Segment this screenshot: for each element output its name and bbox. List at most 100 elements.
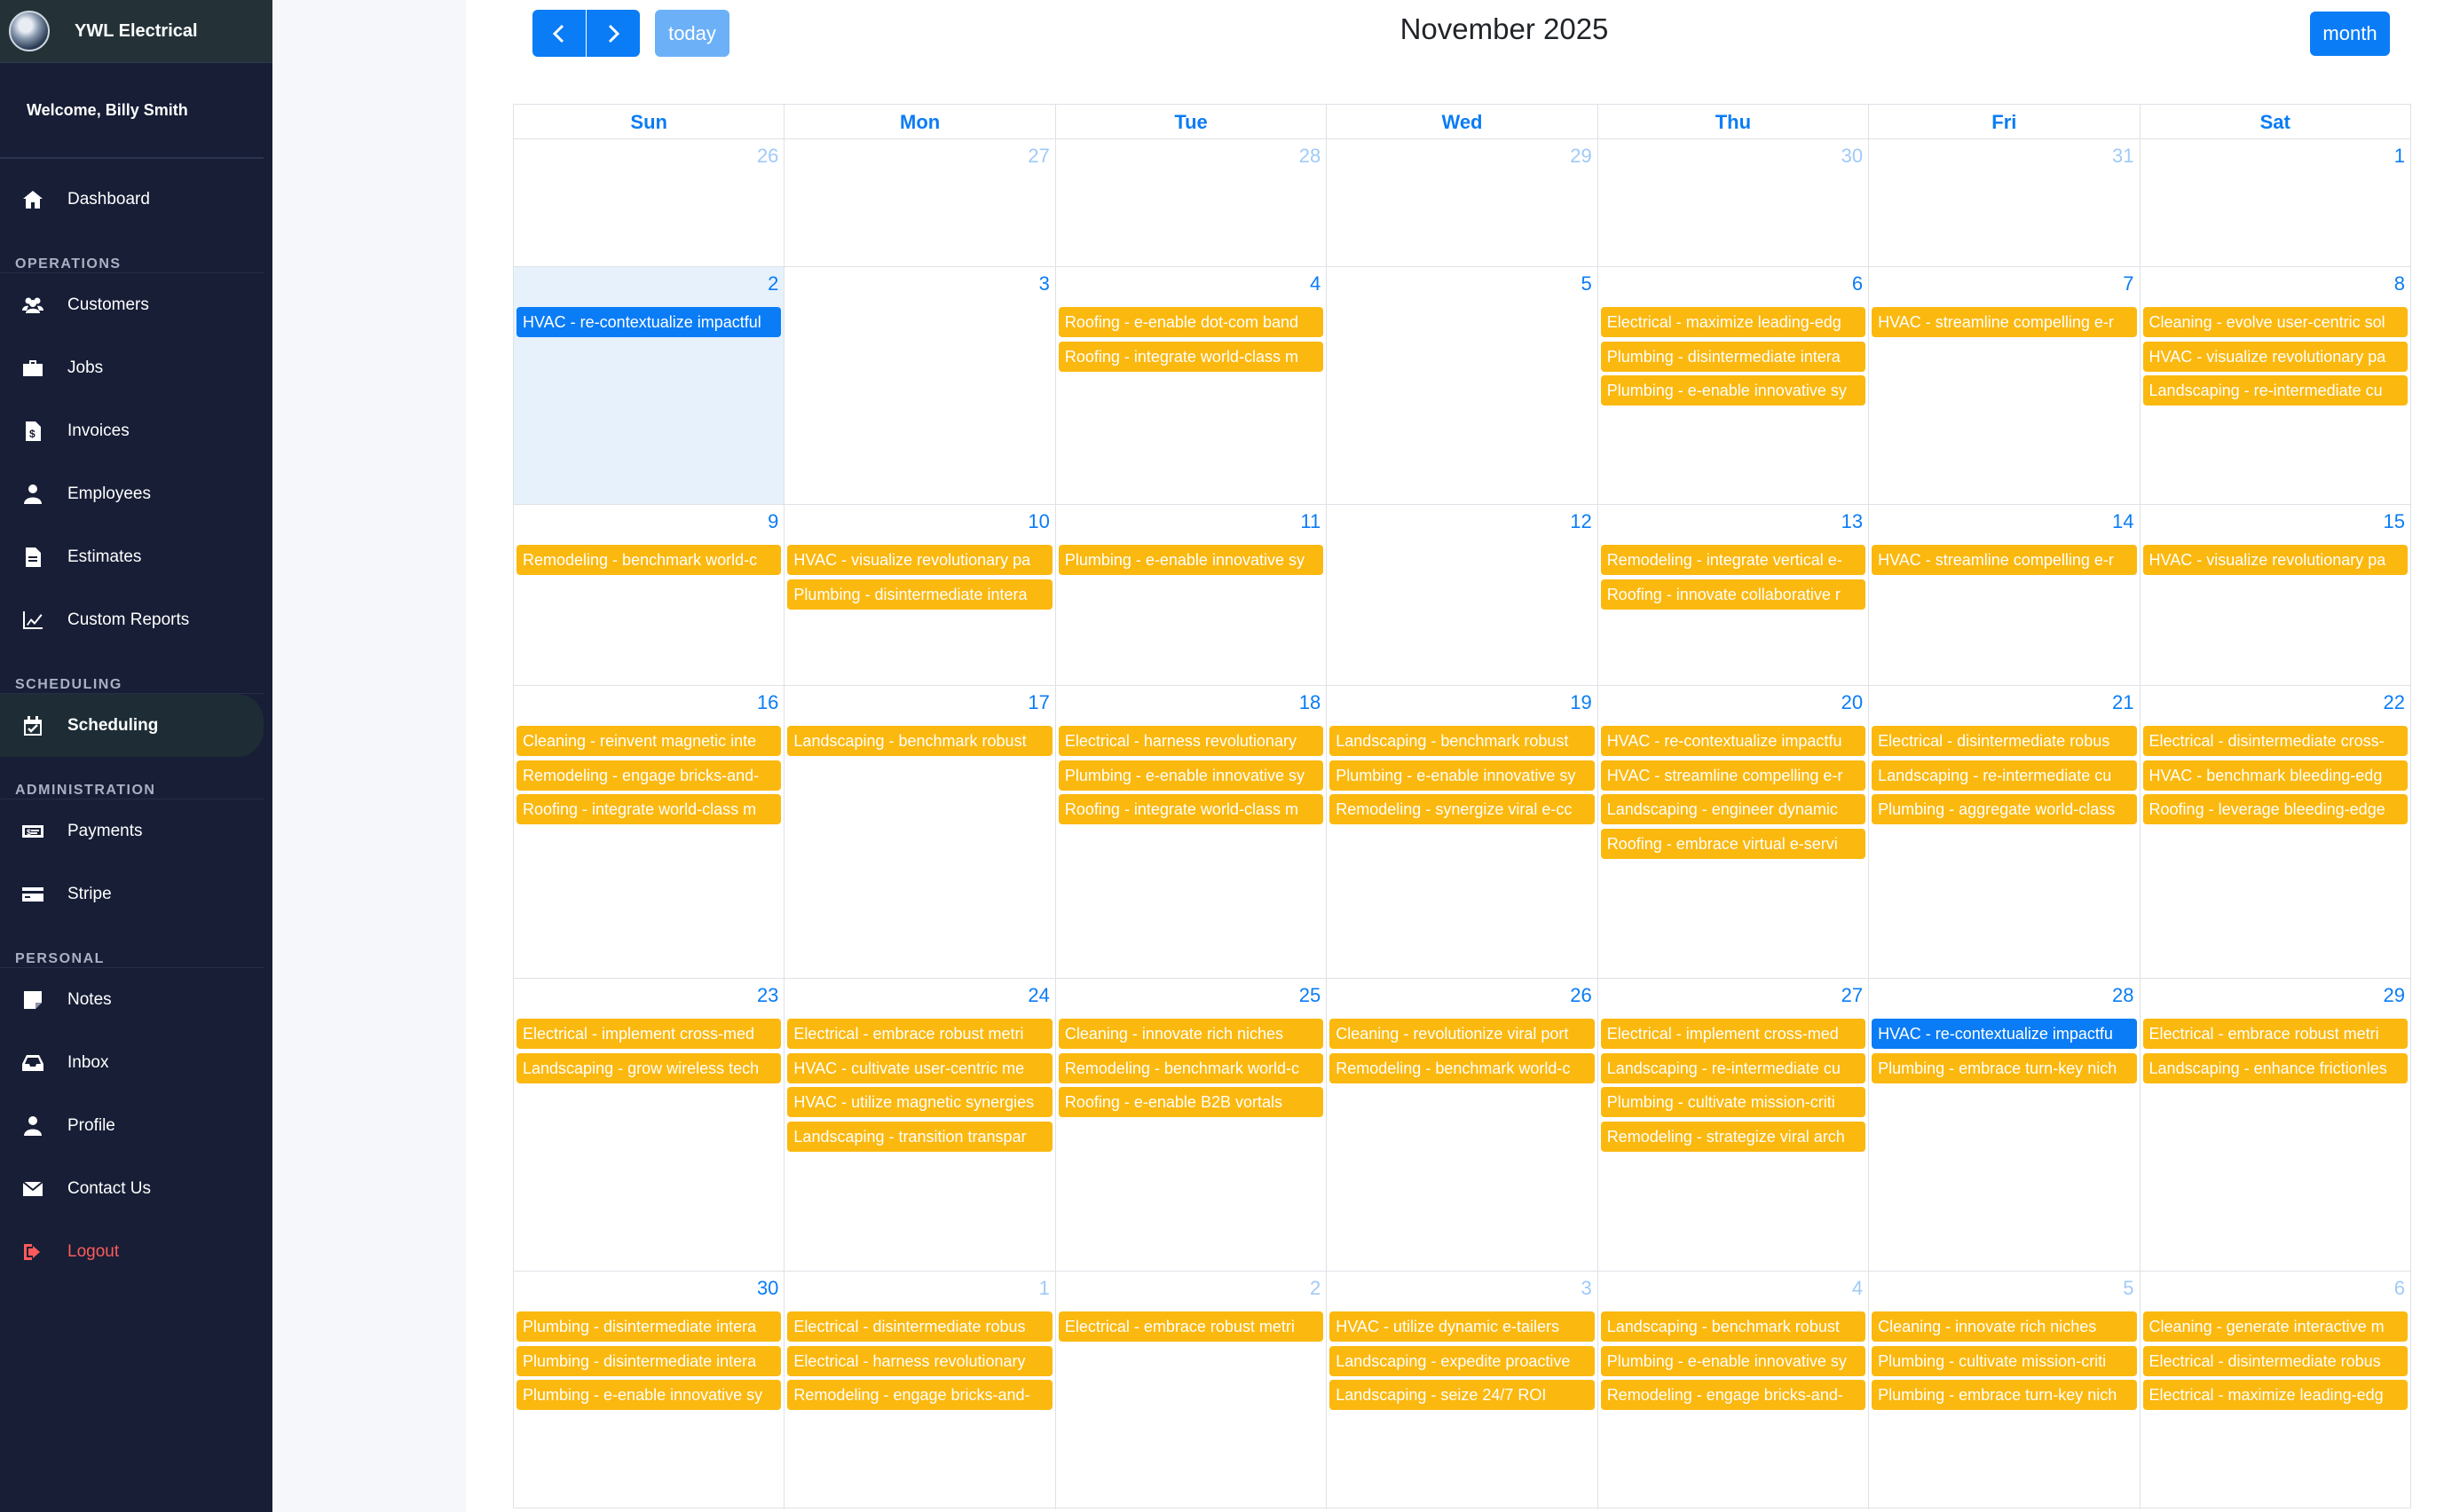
day-number[interactable]: 24: [1028, 984, 1049, 1007]
calendar-day-cell[interactable]: 1 Electrical - disintermediate robus Elect…: [785, 1272, 1056, 1509]
calendar-event[interactable]: Cleaning - evolve user-centric sol: [2142, 307, 2408, 337]
day-number[interactable]: 7: [2123, 272, 2133, 295]
calendar-event[interactable]: Plumbing - e-enable innovative sy: [1058, 545, 1324, 575]
calendar-event[interactable]: Cleaning - revolutionize viral port: [1329, 1019, 1595, 1049]
day-number[interactable]: 14: [2112, 510, 2133, 533]
calendar-event[interactable]: Remodeling - integrate vertical e-: [1600, 545, 1866, 575]
calendar-event[interactable]: Plumbing - e-enable innovative sy: [516, 1380, 782, 1410]
calendar-event[interactable]: HVAC - utilize dynamic e-tailers: [1329, 1311, 1595, 1342]
day-number[interactable]: 21: [2112, 691, 2133, 714]
calendar-day-cell[interactable]: 4 Landscaping - benchmark robust Plumbing …: [1598, 1272, 1870, 1509]
calendar-event[interactable]: Electrical - maximize leading-edg: [2142, 1380, 2408, 1410]
calendar-day-cell[interactable]: 9 Remodeling - benchmark world-c: [514, 505, 785, 685]
day-number[interactable]: 8: [2394, 272, 2405, 295]
calendar-event[interactable]: Roofing - integrate world-class m: [1058, 341, 1324, 372]
calendar-event[interactable]: Landscaping - benchmark robust: [1600, 1311, 1866, 1342]
calendar-event[interactable]: Landscaping - engineer dynamic: [1600, 794, 1866, 824]
day-number[interactable]: 25: [1299, 984, 1321, 1007]
day-number[interactable]: 30: [1841, 145, 1863, 168]
day-number[interactable]: 2: [768, 272, 778, 295]
calendar-day-cell[interactable]: 6 Electrical - maximize leading-edg Plumbi…: [1598, 267, 1870, 504]
sidebar-item-customers[interactable]: Customers: [0, 273, 272, 336]
calendar-event[interactable]: Roofing - integrate world-class m: [516, 794, 782, 824]
calendar-event[interactable]: Cleaning - reinvent magnetic inte: [516, 726, 782, 756]
calendar-event[interactable]: HVAC - benchmark bleeding-edg: [2142, 760, 2408, 791]
day-number[interactable]: 5: [2123, 1277, 2133, 1300]
calendar-event[interactable]: Landscaping - benchmark robust: [1329, 726, 1595, 756]
calendar-event[interactable]: HVAC - utilize magnetic synergies: [787, 1087, 1053, 1117]
day-number[interactable]: 1: [1039, 1277, 1050, 1300]
calendar-day-cell[interactable]: 21 Electrical - disintermediate robus Land…: [1869, 686, 2141, 978]
calendar-day-cell[interactable]: 24 Electrical - embrace robust metri HVAC …: [785, 979, 1056, 1271]
calendar-event[interactable]: Cleaning - innovate rich niches: [1872, 1311, 2137, 1342]
calendar-event[interactable]: HVAC - streamline compelling e-r: [1872, 545, 2137, 575]
calendar-event[interactable]: Remodeling - engage bricks-and-: [787, 1380, 1053, 1410]
calendar-event[interactable]: Roofing - e-enable dot-com band: [1058, 307, 1324, 337]
calendar-day-cell[interactable]: 27: [785, 139, 1056, 266]
calendar-day-cell[interactable]: 17 Landscaping - benchmark robust: [785, 686, 1056, 978]
day-number[interactable]: 17: [1028, 691, 1049, 714]
calendar-event[interactable]: Plumbing - embrace turn-key nich: [1872, 1052, 2137, 1083]
calendar-day-cell[interactable]: 20 HVAC - re-contextualize impactfu HVAC -…: [1598, 686, 1870, 978]
calendar-event[interactable]: Plumbing - cultivate mission-criti: [1600, 1087, 1866, 1117]
day-number[interactable]: 31: [2112, 145, 2133, 168]
day-number[interactable]: 2: [1310, 1277, 1321, 1300]
calendar-event[interactable]: Plumbing - e-enable innovative sy: [1600, 375, 1866, 406]
day-number[interactable]: 26: [1570, 984, 1591, 1007]
calendar-event[interactable]: Remodeling - synergize viral e-cc: [1329, 794, 1595, 824]
sidebar-item-invoices[interactable]: $ Invoices: [0, 399, 272, 462]
calendar-day-cell[interactable]: 3: [785, 267, 1056, 504]
calendar-day-cell[interactable]: 26 Cleaning - revolutionize viral port Rem…: [1327, 979, 1598, 1271]
sidebar-item-dashboard[interactable]: Dashboard: [0, 168, 272, 231]
sidebar-item-custom-reports[interactable]: Custom Reports: [0, 588, 272, 651]
calendar-day-cell[interactable]: 28 HVAC - re-contextualize impactfu Plumbi…: [1869, 979, 2141, 1271]
calendar-event[interactable]: HVAC - re-contextualize impactfu: [1600, 726, 1866, 756]
month-view-button[interactable]: month: [2310, 12, 2390, 56]
day-number[interactable]: 19: [1570, 691, 1591, 714]
calendar-event[interactable]: Electrical - embrace robust metri: [2142, 1019, 2408, 1049]
calendar-event[interactable]: Remodeling - engage bricks-and-: [516, 760, 782, 791]
calendar-day-cell[interactable]: 1: [2141, 139, 2410, 266]
prev-month-button[interactable]: [532, 10, 586, 57]
day-number[interactable]: 23: [757, 984, 778, 1007]
calendar-event[interactable]: Plumbing - cultivate mission-criti: [1872, 1345, 2137, 1376]
calendar-day-cell[interactable]: 27 Electrical - implement cross-med Landsc…: [1598, 979, 1870, 1271]
calendar-day-cell[interactable]: 7 HVAC - streamline compelling e-r: [1869, 267, 2141, 504]
day-number[interactable]: 4: [1852, 1277, 1863, 1300]
sidebar-item-contact-us[interactable]: Contact Us: [0, 1157, 272, 1220]
calendar-day-cell[interactable]: 11 Plumbing - e-enable innovative sy: [1056, 505, 1328, 685]
day-number[interactable]: 28: [2112, 984, 2133, 1007]
calendar-event[interactable]: Landscaping - re-intermediate cu: [1600, 1052, 1866, 1083]
calendar-day-cell[interactable]: 8 Cleaning - evolve user-centric sol HVAC …: [2141, 267, 2410, 504]
calendar-event[interactable]: Electrical - harness revolutionary: [787, 1345, 1053, 1376]
calendar-day-cell[interactable]: 4 Roofing - e-enable dot-com band Roofing …: [1056, 267, 1328, 504]
calendar-day-cell[interactable]: 6 Cleaning - generate interactive m Electr…: [2141, 1272, 2410, 1509]
calendar-event[interactable]: Plumbing - disintermediate intera: [1600, 341, 1866, 372]
calendar-event[interactable]: Landscaping - enhance frictionles: [2142, 1052, 2408, 1083]
day-number[interactable]: 4: [1310, 272, 1321, 295]
calendar-day-cell[interactable]: 29: [1327, 139, 1598, 266]
day-number[interactable]: 29: [1570, 145, 1591, 168]
calendar-event[interactable]: Electrical - embrace robust metri: [787, 1019, 1053, 1049]
calendar-event[interactable]: Plumbing - e-enable innovative sy: [1600, 1345, 1866, 1376]
calendar-event[interactable]: Plumbing - disintermediate intera: [516, 1345, 782, 1376]
sidebar-item-inbox[interactable]: Inbox: [0, 1031, 272, 1094]
calendar-event[interactable]: Landscaping - re-intermediate cu: [1872, 760, 2137, 791]
day-number[interactable]: 29: [2383, 984, 2404, 1007]
brand-header[interactable]: YWL Electrical: [0, 0, 272, 63]
calendar-event[interactable]: Remodeling - strategize viral arch: [1600, 1121, 1866, 1152]
sidebar-item-employees[interactable]: Employees: [0, 462, 272, 525]
day-number[interactable]: 6: [2394, 1277, 2405, 1300]
calendar-day-cell[interactable]: 2 HVAC - re-contextualize impactful: [514, 267, 785, 504]
sidebar-item-estimates[interactable]: Estimates: [0, 525, 272, 588]
day-number[interactable]: 27: [1028, 145, 1049, 168]
calendar-event[interactable]: Remodeling - benchmark world-c: [1058, 1052, 1324, 1083]
day-number[interactable]: 15: [2383, 510, 2404, 533]
day-number[interactable]: 16: [757, 691, 778, 714]
calendar-day-cell[interactable]: 12: [1327, 505, 1598, 685]
calendar-event[interactable]: Landscaping - seize 24/7 ROI: [1329, 1380, 1595, 1410]
calendar-event[interactable]: HVAC - cultivate user-centric me: [787, 1052, 1053, 1083]
calendar-day-cell[interactable]: 19 Landscaping - benchmark robust Plumbing…: [1327, 686, 1598, 978]
sidebar-item-stripe[interactable]: Stripe: [0, 862, 272, 925]
calendar-event[interactable]: Roofing - integrate world-class m: [1058, 794, 1324, 824]
